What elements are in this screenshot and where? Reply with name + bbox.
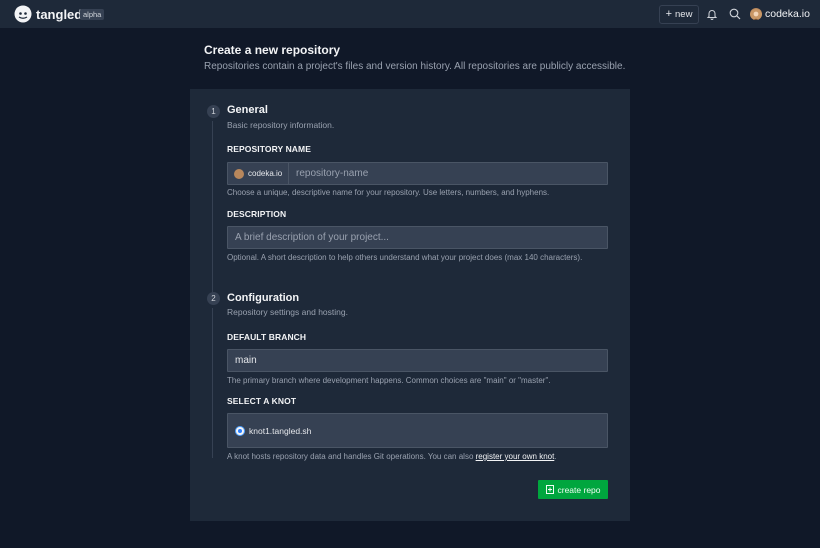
repository-name-input[interactable] [289,163,607,184]
repository-name-label: REPOSITORY NAME [227,144,311,154]
user-menu-name[interactable]: codeka.io [765,8,810,20]
knot-option-label[interactable]: knot1.tangled.sh [249,426,311,436]
step-connector-line [212,308,213,458]
book-plus-icon [545,485,554,494]
description-input[interactable] [228,227,607,248]
top-nav: tangled alpha + new codeka.io [0,0,820,28]
knot-radio[interactable] [235,426,245,436]
brand-name[interactable]: tangled [36,7,82,22]
step-number-2: 2 [207,292,220,305]
knot-help-text: A knot hosts repository data and handles… [227,452,476,461]
default-branch-input[interactable] [228,350,607,371]
default-branch-label: DEFAULT BRANCH [227,332,307,342]
step-connector-line [212,121,213,301]
new-button-label: new [675,9,693,20]
knot-selector: knot1.tangled.sh [227,413,608,448]
owner-avatar [234,168,244,179]
repository-name-help: Choose a unique, descriptive name for yo… [227,188,550,197]
owner-prefix-label: codeka.io [248,169,283,178]
tangled-logo-icon[interactable] [14,5,32,23]
avatar-image [750,9,762,20]
knot-help: A knot hosts repository data and handles… [227,452,557,461]
user-avatar[interactable] [750,8,762,20]
configuration-section-title: Configuration [227,292,300,304]
page-title: Create a new repository [204,43,341,57]
step-number-1: 1 [207,105,220,118]
new-repo-form: 1 General Basic repository information. … [190,89,630,521]
configuration-section-subtitle: Repository settings and hosting. [227,307,348,317]
new-button[interactable]: + new [659,5,699,24]
description-field [227,226,608,249]
description-help: Optional. A short description to help ot… [227,253,583,262]
owner-prefix: codeka.io [228,163,289,184]
default-branch-field [227,349,608,372]
search-icon[interactable] [729,8,741,20]
create-repo-button[interactable]: create repo [538,480,608,499]
knot-help-suffix: . [554,452,557,461]
page-subtitle: Repositories contain a project's files a… [204,61,626,72]
repository-name-field: codeka.io [227,162,608,185]
default-branch-help: The primary branch where development hap… [227,376,551,385]
bell-icon[interactable] [706,8,718,20]
register-knot-link[interactable]: register your own knot [476,452,555,461]
alpha-badge: alpha [80,9,105,20]
create-repo-label: create repo [557,484,601,495]
description-label: DESCRIPTION [227,209,287,219]
general-section-subtitle: Basic repository information. [227,120,335,130]
general-section-title: General [227,104,268,116]
plus-icon: + [665,8,672,20]
select-knot-label: SELECT A KNOT [227,396,297,406]
